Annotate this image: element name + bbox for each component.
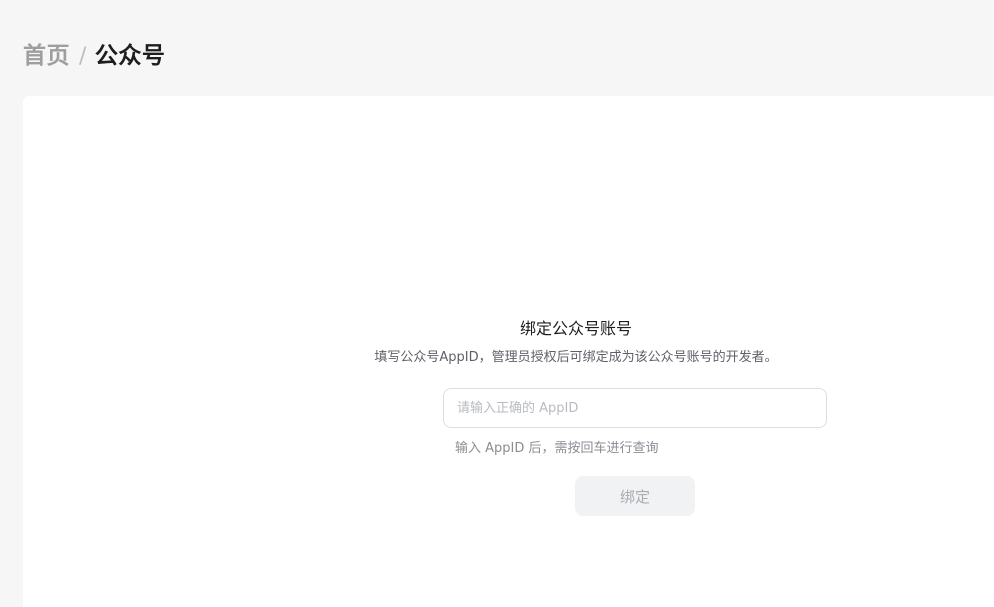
content-card: 绑定公众号账号 填写公众号AppID，管理员授权后可绑定成为该公众号账号的开发者… — [23, 96, 994, 607]
appid-input[interactable] — [443, 388, 827, 428]
breadcrumb-current: 公众号 — [94, 43, 166, 69]
page: 首页 / 公众号 绑定公众号账号 填写公众号AppID，管理员授权后可绑定成为该… — [0, 0, 994, 607]
bind-account-section: 绑定公众号账号 填写公众号AppID，管理员授权后可绑定成为该公众号账号的开发者… — [23, 96, 994, 607]
breadcrumb-separator: / — [79, 44, 87, 69]
bind-title: 绑定公众号账号 — [519, 319, 633, 338]
bind-description: 填写公众号AppID，管理员授权后可绑定成为该公众号账号的开发者。 — [374, 350, 778, 365]
bind-button[interactable]: 绑定 — [575, 476, 695, 516]
breadcrumb: 首页 / 公众号 — [23, 36, 165, 70]
appid-hint: 输入 AppID 后，需按回车进行查询 — [455, 441, 659, 456]
breadcrumb-home-link[interactable]: 首页 — [23, 36, 70, 70]
